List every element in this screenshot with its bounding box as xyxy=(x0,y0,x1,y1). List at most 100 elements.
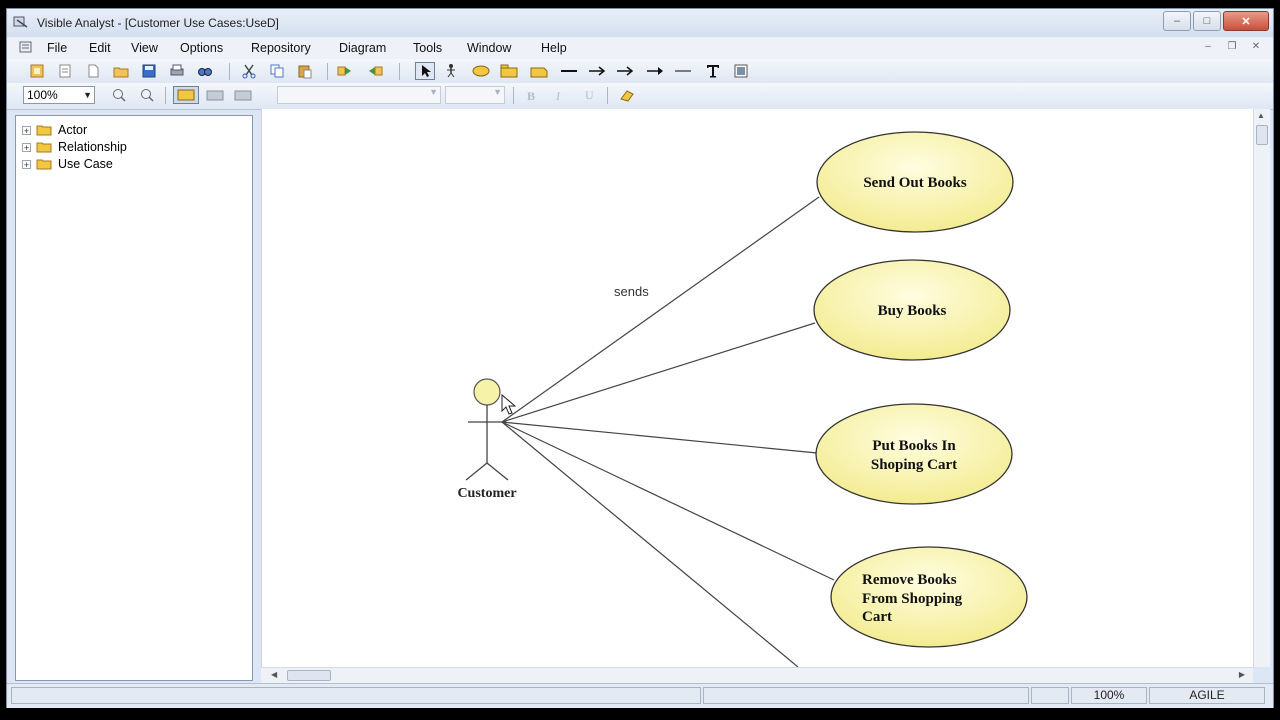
menu-help[interactable]: Help xyxy=(541,41,567,55)
font-size-select[interactable]: ▼ xyxy=(445,86,505,104)
mdi-restore-button[interactable]: ❐ xyxy=(1223,40,1241,54)
print-icon[interactable] xyxy=(169,63,185,79)
actor-name: Customer xyxy=(457,486,516,501)
menu-tools[interactable]: Tools xyxy=(413,41,442,55)
chevron-down-icon: ▼ xyxy=(493,87,502,97)
fill-color-icon[interactable] xyxy=(173,86,199,104)
tree-item-use-case[interactable]: + Use Case xyxy=(22,156,113,172)
vertical-scroll-thumb[interactable] xyxy=(1256,125,1268,145)
expand-icon[interactable]: + xyxy=(22,142,31,152)
package-tool-icon[interactable] xyxy=(499,63,519,79)
title-bar: Visible Analyst - [Customer Use Cases:Us… xyxy=(7,9,1273,37)
status-message xyxy=(11,687,701,704)
menu-bar: File Edit View Options Repository Diagra… xyxy=(7,37,1273,59)
menu-file[interactable]: File xyxy=(47,41,67,55)
scroll-right-icon[interactable]: ▶ xyxy=(1239,670,1245,679)
folder-icon xyxy=(36,159,52,170)
association-line[interactable] xyxy=(501,421,835,581)
association-line[interactable] xyxy=(501,196,820,423)
scroll-left-icon[interactable]: ◀ xyxy=(271,670,277,679)
paste-icon[interactable] xyxy=(297,63,313,79)
menu-edit[interactable]: Edit xyxy=(89,41,111,55)
navigate-forward-icon[interactable] xyxy=(337,63,353,79)
navigate-back-icon[interactable] xyxy=(367,63,383,79)
italic-icon[interactable]: I xyxy=(551,87,567,103)
menu-repository[interactable]: Repository xyxy=(251,41,311,55)
use-case-send-out-books[interactable]: Send Out Books xyxy=(816,131,1014,233)
diagram-canvas[interactable]: sends Customer Send Out Books Buy Books … xyxy=(261,109,1254,668)
main-window: Visible Analyst - [Customer Use Cases:Us… xyxy=(6,8,1274,708)
line-tool-icon[interactable] xyxy=(559,63,579,79)
menu-window[interactable]: Window xyxy=(467,41,511,55)
folder-icon xyxy=(36,142,52,153)
use-case-tool-icon[interactable] xyxy=(471,63,491,79)
mdi-close-button[interactable]: ✕ xyxy=(1247,40,1265,54)
folder-icon xyxy=(36,125,52,136)
svg-text:I: I xyxy=(555,89,561,103)
zoom-out-icon[interactable] xyxy=(139,87,155,103)
use-case-label: Cart xyxy=(862,609,892,625)
association-line[interactable] xyxy=(501,421,799,668)
highlight-icon[interactable] xyxy=(619,87,635,103)
status-bar: 100% AGILE xyxy=(7,683,1273,708)
new-diagram-icon[interactable] xyxy=(57,63,73,79)
use-case-put-books-in-cart[interactable]: Put Books In Shoping Cart xyxy=(815,403,1013,505)
cut-icon[interactable] xyxy=(241,63,257,79)
scroll-up-icon[interactable]: ▲ xyxy=(1257,111,1265,120)
main-toolbar xyxy=(7,59,1273,83)
window-minimize-button[interactable]: – xyxy=(1163,11,1191,31)
window-maximize-button[interactable]: □ xyxy=(1193,11,1221,31)
tree-item-actor[interactable]: + Actor xyxy=(22,122,87,138)
expand-icon[interactable]: + xyxy=(22,125,31,135)
shadow-icon[interactable] xyxy=(233,87,253,103)
tree-item-label: Actor xyxy=(58,123,88,137)
app-icon xyxy=(13,16,28,28)
boundary-tool-icon[interactable] xyxy=(529,63,549,79)
menu-diagram[interactable]: Diagram xyxy=(339,41,386,55)
dependency-tool-icon[interactable] xyxy=(615,63,635,79)
use-case-buy-books[interactable]: Buy Books xyxy=(813,259,1011,361)
relationship-label[interactable]: sends xyxy=(614,284,649,299)
open-folder-icon[interactable] xyxy=(113,63,129,79)
document-icon[interactable] xyxy=(19,41,33,54)
status-mode: AGILE xyxy=(1149,687,1265,704)
underline-icon[interactable]: U xyxy=(581,87,597,103)
vertical-scrollbar[interactable]: ▲ xyxy=(1253,109,1270,667)
mouse-pointer-icon xyxy=(501,393,517,415)
new-project-icon[interactable] xyxy=(29,63,45,79)
mdi-minimize-button[interactable]: – xyxy=(1199,40,1217,54)
format-toolbar: 100% ▼ ▼ ▼ B I U xyxy=(7,83,1273,110)
image-tool-icon[interactable] xyxy=(733,63,749,79)
zoom-in-icon[interactable] xyxy=(111,87,127,103)
connector-tool-icon[interactable] xyxy=(673,63,693,79)
select-pointer-icon[interactable] xyxy=(415,62,435,80)
line-color-icon[interactable] xyxy=(205,87,225,103)
use-case-label: Put Books In xyxy=(872,438,956,454)
text-tool-icon[interactable] xyxy=(705,63,721,79)
bold-icon[interactable]: B xyxy=(523,87,539,103)
actor-tool-icon[interactable] xyxy=(443,63,459,79)
find-icon[interactable] xyxy=(197,63,213,79)
tree-item-relationship[interactable]: + Relationship xyxy=(22,139,127,155)
save-icon[interactable] xyxy=(141,63,157,79)
arrow-tool-icon[interactable] xyxy=(587,63,607,79)
menu-view[interactable]: View xyxy=(131,41,158,55)
zoom-select[interactable]: 100% ▼ xyxy=(23,86,95,104)
association-line[interactable] xyxy=(501,421,818,454)
use-case-remove-books[interactable]: Remove Books From Shopping Cart xyxy=(830,546,1028,648)
svg-text:U: U xyxy=(585,88,594,102)
window-close-button[interactable]: ✕ xyxy=(1223,11,1269,31)
font-select[interactable]: ▼ xyxy=(277,86,441,104)
new-file-icon[interactable] xyxy=(85,63,101,79)
generalization-tool-icon[interactable] xyxy=(645,63,665,79)
expand-icon[interactable]: + xyxy=(22,159,31,169)
zoom-select-value: 100% xyxy=(27,88,58,102)
use-case-label: From Shopping xyxy=(862,591,963,607)
tree-item-label: Relationship xyxy=(58,140,127,154)
horizontal-scroll-thumb[interactable] xyxy=(287,670,331,681)
menu-options[interactable]: Options xyxy=(180,41,223,55)
horizontal-scrollbar[interactable]: ◀ ▶ xyxy=(261,667,1253,684)
copy-icon[interactable] xyxy=(269,63,285,79)
window-title: Visible Analyst - [Customer Use Cases:Us… xyxy=(37,16,279,30)
association-line[interactable] xyxy=(501,322,816,423)
